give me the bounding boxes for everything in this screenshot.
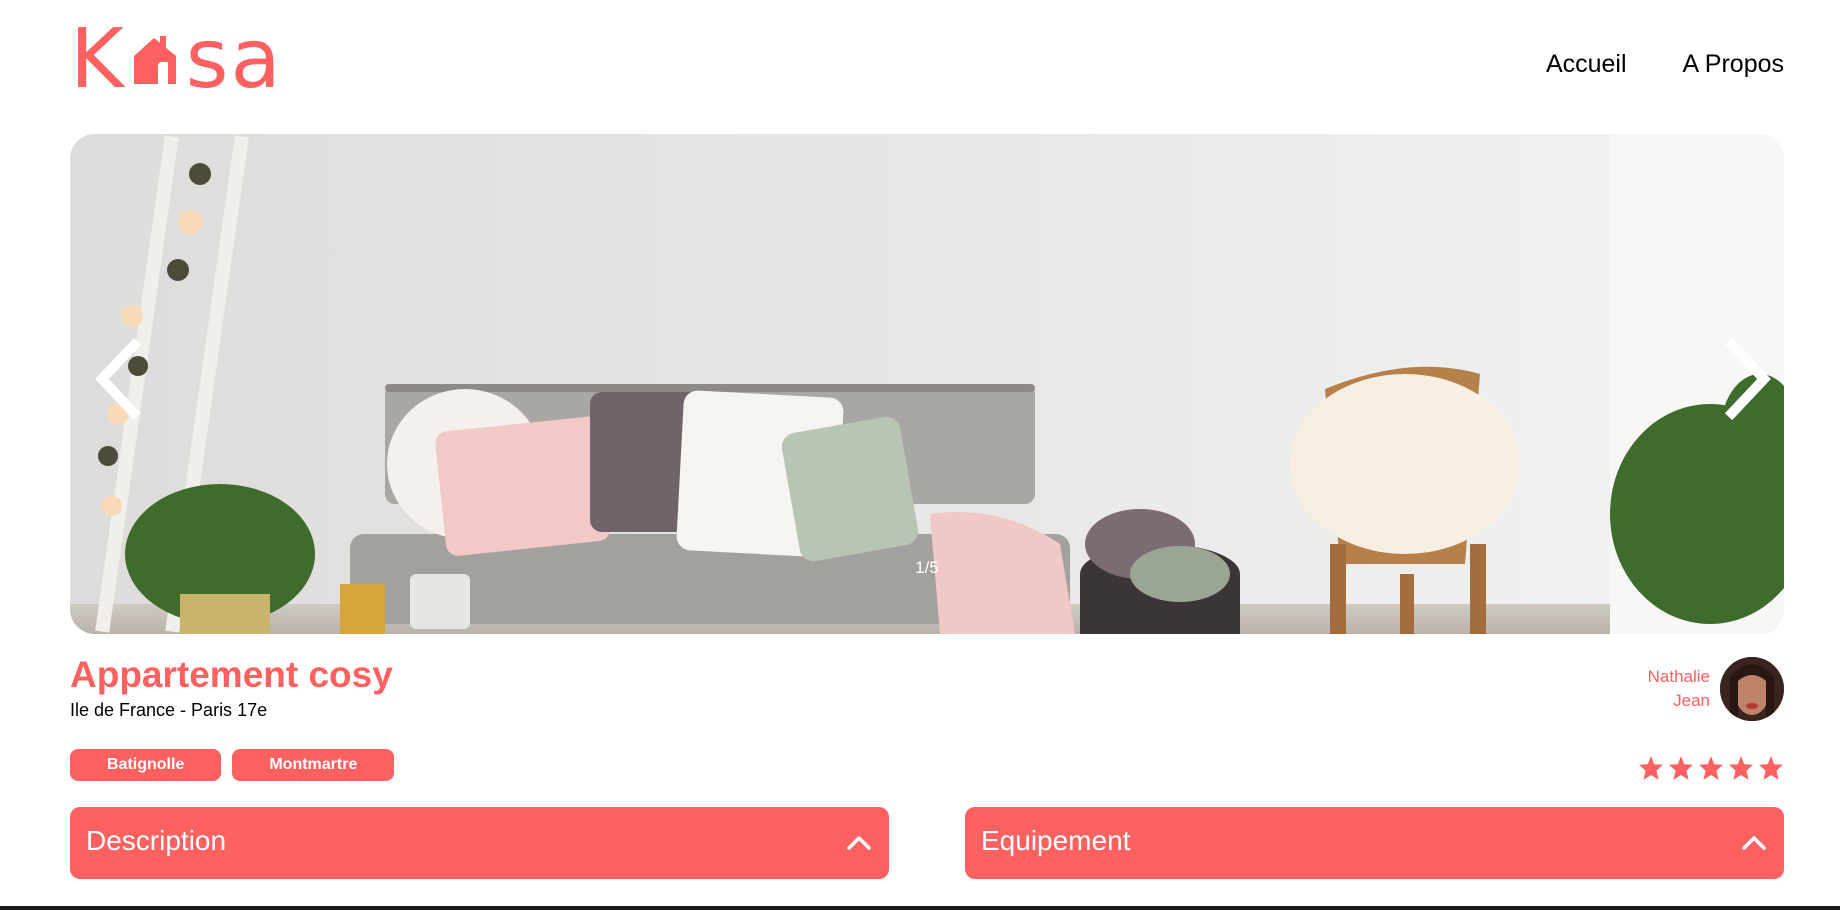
chevron-up-icon[interactable]	[1740, 829, 1768, 857]
nav-link-a-propos[interactable]: A Propos	[1683, 50, 1784, 79]
star-icon	[1759, 756, 1783, 780]
chevron-up-icon[interactable]	[845, 829, 873, 857]
carousel-counter: 1/5	[915, 558, 939, 577]
tag-list: Batignolle Montmartre	[70, 749, 395, 781]
header: K sa Accueil A Propos	[70, 12, 1784, 107]
listing-location: Ile de France - Paris 17e	[70, 700, 268, 720]
photo-carousel: 1/5	[70, 134, 1784, 634]
logo-letters-sa: sa	[185, 12, 283, 107]
description-collapse[interactable]: Description	[70, 807, 889, 879]
description-label: Description	[86, 825, 227, 856]
logo[interactable]: K sa	[70, 12, 283, 107]
house-icon	[133, 36, 176, 84]
star-rating	[1638, 755, 1784, 781]
host-last-name: Jean	[1673, 691, 1710, 710]
host-first-name: Nathalie	[1647, 667, 1710, 686]
nav-link-accueil[interactable]: Accueil	[1546, 50, 1627, 79]
equipment-label: Equipement	[981, 825, 1131, 856]
host-name: Nathalie Jean	[1648, 665, 1710, 713]
tag: Montmartre	[232, 749, 395, 781]
star-icon	[1669, 756, 1693, 780]
logo-letter-k: K	[70, 12, 126, 107]
star-icon	[1699, 756, 1723, 780]
tag: Batignolle	[70, 749, 222, 781]
listing-title: Appartement cosy	[70, 654, 393, 695]
avatar	[1720, 657, 1784, 721]
star-icon	[1639, 756, 1663, 780]
star-icon	[1729, 756, 1753, 780]
carousel-next-arrow[interactable]	[1704, 329, 1784, 429]
carousel-prev-arrow[interactable]	[82, 329, 162, 429]
equipment-collapse[interactable]: Equipement	[965, 807, 1784, 879]
main-nav: Accueil A Propos	[1546, 50, 1784, 79]
host-info: Nathalie Jean	[1648, 657, 1784, 721]
page-bottom-edge	[0, 906, 1840, 910]
